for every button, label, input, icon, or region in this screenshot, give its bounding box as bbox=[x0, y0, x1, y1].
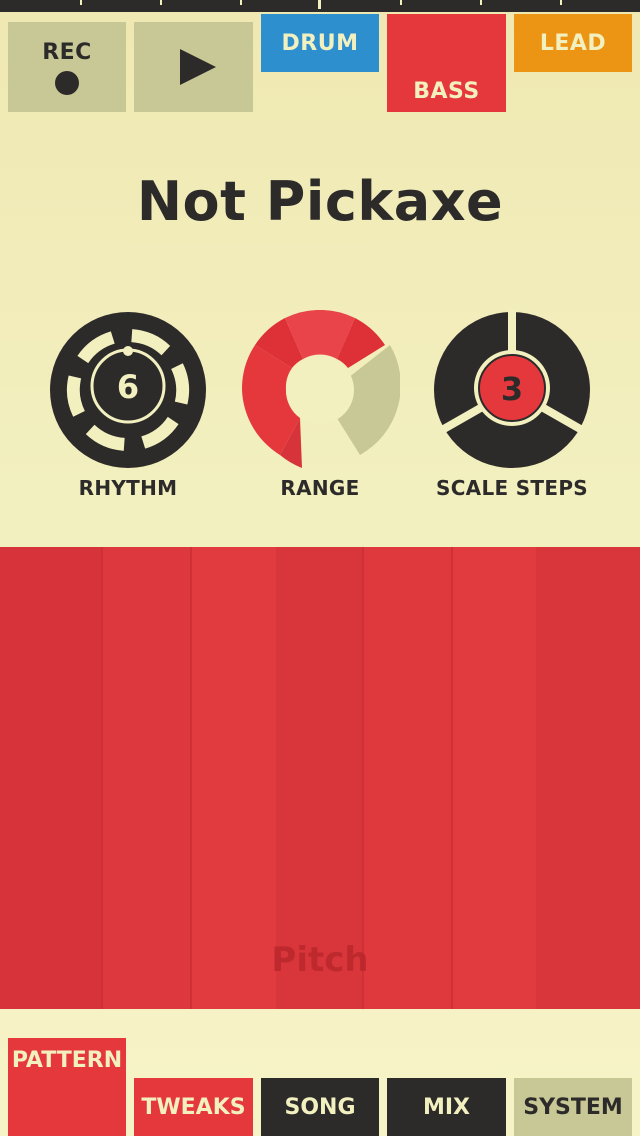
scale-steps-knob[interactable]: 3 bbox=[432, 310, 592, 470]
rhythm-knob[interactable]: 6 bbox=[48, 310, 208, 470]
timeline-ruler bbox=[0, 0, 640, 12]
tab-mix[interactable]: MIX bbox=[387, 1078, 506, 1136]
rhythm-label: RHYTHM bbox=[78, 476, 178, 500]
tab-pattern[interactable]: PATTERN bbox=[8, 1038, 126, 1136]
tab-drum-label: DRUM bbox=[281, 30, 359, 56]
play-icon bbox=[179, 49, 216, 85]
tab-song[interactable]: SONG bbox=[261, 1078, 379, 1136]
tab-lead-label: LEAD bbox=[539, 30, 607, 56]
playhead-tick bbox=[318, 0, 321, 9]
tab-mix-label: MIX bbox=[422, 1094, 471, 1120]
tab-system[interactable]: SYSTEM bbox=[514, 1078, 632, 1136]
tab-bass[interactable]: BASS bbox=[387, 14, 506, 112]
ruler-tick bbox=[240, 0, 242, 5]
ruler-tick bbox=[480, 0, 482, 5]
pattern-name[interactable]: Not Pickaxe bbox=[0, 170, 640, 233]
tab-tweaks[interactable]: TWEAKS bbox=[134, 1078, 253, 1136]
rhythm-value: 6 bbox=[117, 368, 139, 406]
range-label: RANGE bbox=[280, 476, 360, 500]
tab-lead[interactable]: LEAD bbox=[514, 14, 632, 72]
scale-steps-label: SCALE STEPS bbox=[435, 476, 588, 500]
record-label: REC bbox=[42, 39, 92, 65]
range-center bbox=[286, 356, 354, 424]
pitch-label: Pitch bbox=[271, 940, 369, 980]
tab-tweaks-label: TWEAKS bbox=[141, 1094, 246, 1120]
ruler-tick bbox=[400, 0, 402, 5]
tab-pattern-label: PATTERN bbox=[11, 1048, 123, 1073]
record-dot-icon bbox=[55, 70, 79, 95]
ruler-tick bbox=[160, 0, 162, 5]
range-knob[interactable] bbox=[240, 310, 400, 470]
play-button[interactable] bbox=[134, 22, 253, 112]
rhythm-indicator bbox=[123, 346, 133, 356]
scale-steps-value: 3 bbox=[501, 370, 523, 408]
ruler-tick bbox=[80, 0, 82, 5]
tab-song-label: SONG bbox=[284, 1094, 356, 1120]
ruler-tick bbox=[560, 0, 562, 5]
tab-bass-label: BASS bbox=[413, 79, 480, 104]
record-button[interactable]: REC bbox=[8, 22, 126, 112]
tab-system-label: SYSTEM bbox=[523, 1094, 623, 1120]
tab-drum[interactable]: DRUM bbox=[261, 14, 379, 72]
